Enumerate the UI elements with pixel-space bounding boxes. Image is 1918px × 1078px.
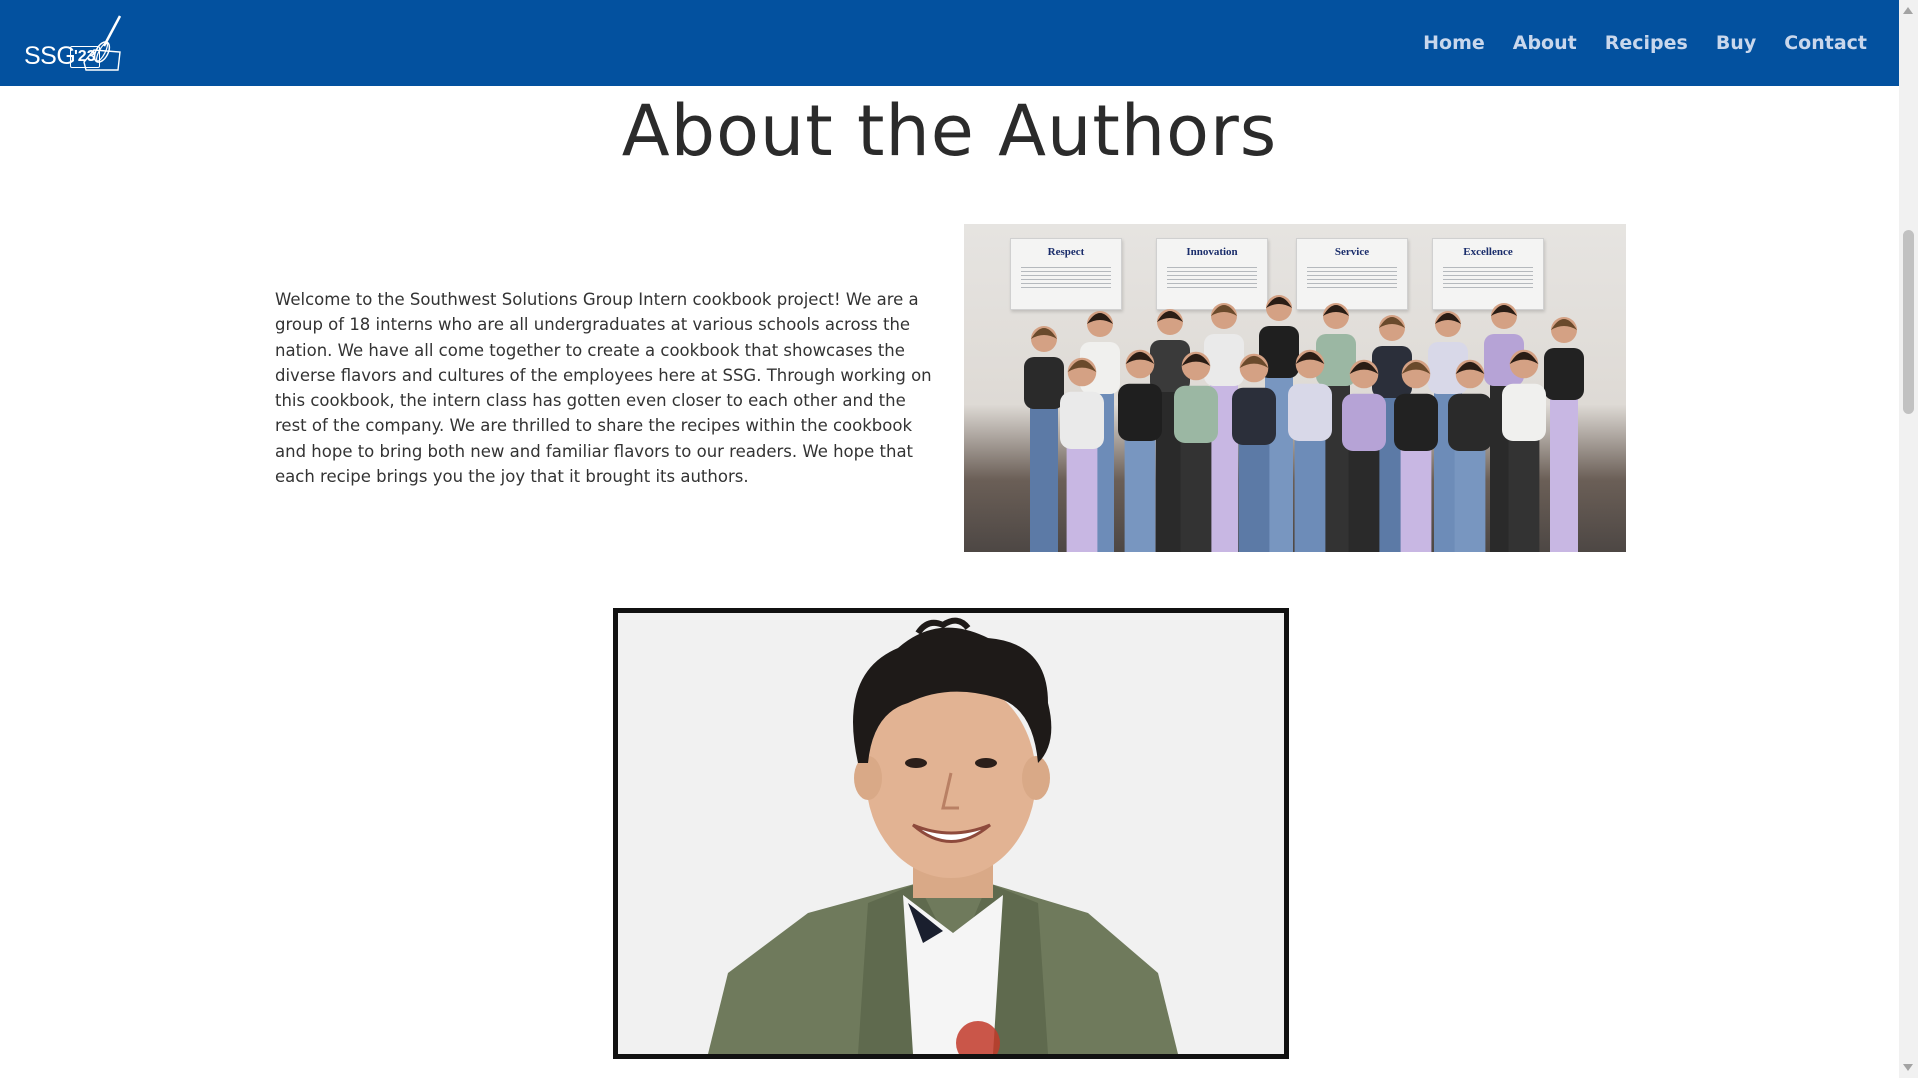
person-figure	[1544, 317, 1584, 552]
logo-text: SSG	[24, 42, 76, 70]
chevron-down-icon[interactable]	[1903, 1064, 1913, 1071]
intro-paragraph: Welcome to the Southwest Solutions Group…	[275, 290, 932, 487]
page-scrollbar[interactable]	[1899, 0, 1918, 1078]
logo-year: '23	[70, 46, 100, 68]
ssg-logo[interactable]: SSG '23	[22, 12, 126, 74]
main-nav: Home About Recipes Buy Contact	[1423, 0, 1867, 86]
page: SSG '23 Home About Recipes Buy Contact A…	[0, 0, 1918, 1078]
group-photo: Respect Innovation Service Excellence	[964, 224, 1626, 552]
scrollbar-thumb[interactable]	[1903, 230, 1914, 414]
author-portrait	[613, 608, 1289, 1059]
site-header: SSG '23 Home About Recipes Buy Contact	[0, 0, 1899, 86]
nav-home[interactable]: Home	[1423, 32, 1485, 54]
person-figure	[1024, 326, 1064, 552]
nav-buy[interactable]: Buy	[1716, 32, 1756, 54]
chevron-up-icon[interactable]	[1903, 7, 1913, 14]
nav-contact[interactable]: Contact	[1784, 32, 1867, 54]
nav-about[interactable]: About	[1513, 32, 1577, 54]
portrait-illustration	[618, 613, 1284, 1054]
interns-group-illustration	[1024, 295, 1584, 552]
page-title: About the Authors	[621, 90, 1278, 172]
nav-recipes[interactable]: Recipes	[1605, 32, 1688, 54]
